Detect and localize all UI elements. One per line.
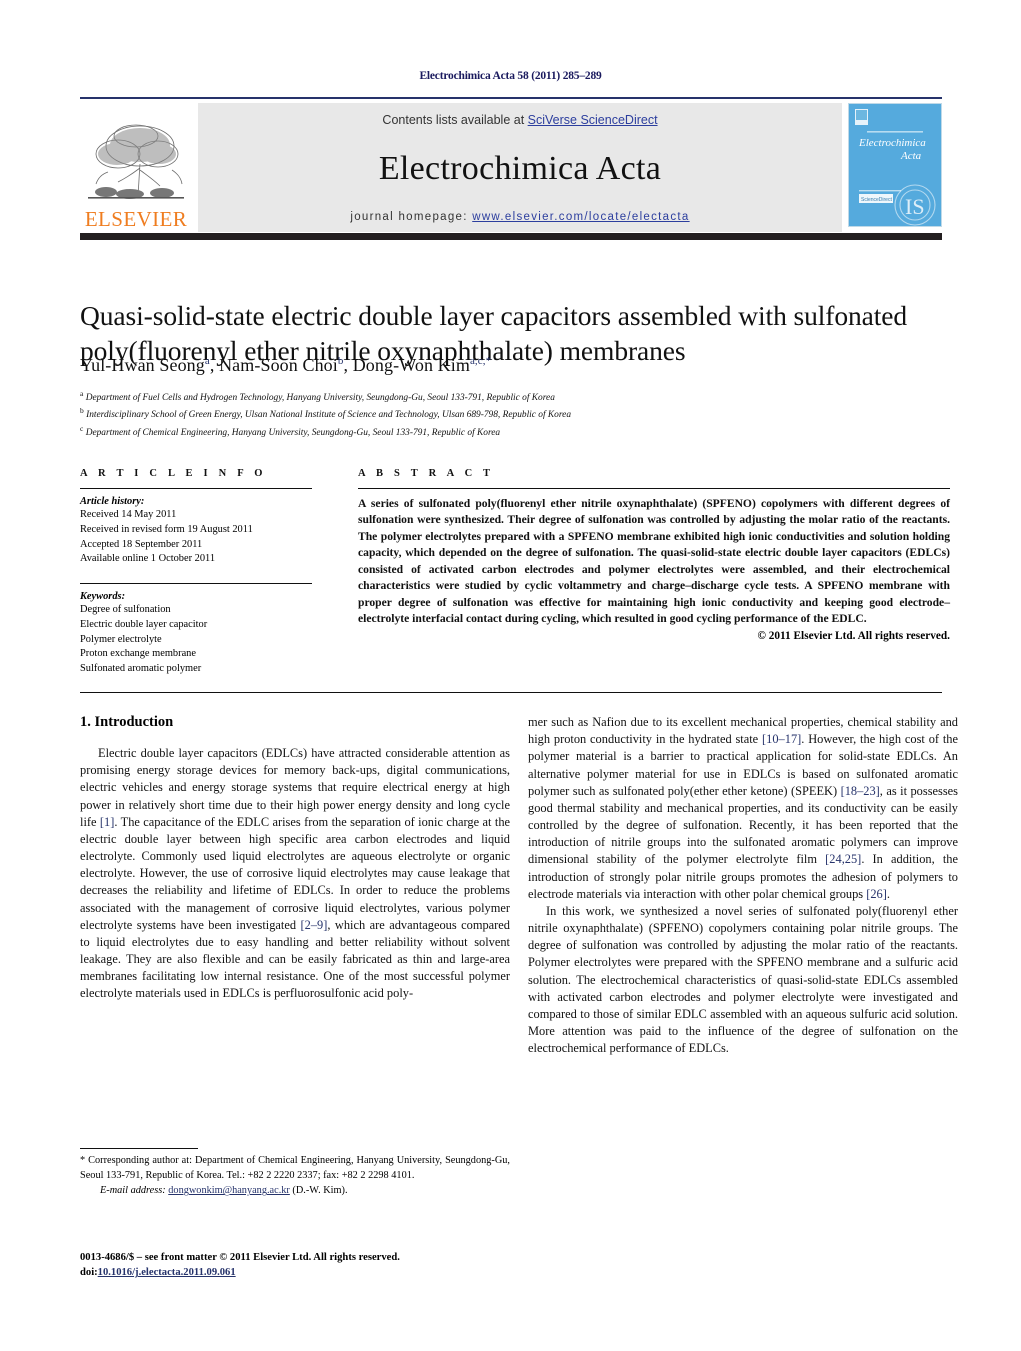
affiliation-text-c: Department of Chemical Engineering, Hany… — [85, 427, 501, 438]
doi-line: doi:10.1016/j.electacta.2011.09.061 — [80, 1265, 540, 1280]
email-label: E-mail address: — [100, 1185, 166, 1197]
article-info-heading: A R T I C L E I N F O — [80, 468, 267, 479]
journal-band: Contents lists available at SciVerse Sci… — [198, 103, 842, 232]
homepage-prefix: journal homepage: — [350, 210, 473, 223]
intro-paragraph-left: Electric double layer capacitors (EDLCs)… — [80, 746, 511, 1001]
email-link[interactable]: dongwonkim@hanyang.ac.kr — [168, 1185, 290, 1196]
email-suffix: (D.-W. Kim). — [292, 1185, 348, 1197]
affiliation-mark-b: b — [80, 406, 84, 416]
affiliation-text-b: Interdisciplinary School of Green Energy… — [86, 410, 572, 421]
abstract-block: A B S T R A C T A series of sulfonated p… — [358, 468, 950, 642]
keyword-0: Degree of sulfonation — [80, 604, 171, 616]
intro-paragraph-right-2: In this work, we synthesized a novel ser… — [528, 903, 958, 1056]
contents-lists-line: Contents lists available at SciVerse Sci… — [382, 113, 657, 127]
svg-text:Acta: Acta — [900, 150, 922, 162]
history-item-3: Available online 1 October 2011 — [80, 553, 216, 565]
footnote-block: * Corresponding author at: Department of… — [80, 1148, 510, 1199]
journal-homepage-line: journal homepage: www.elsevier.com/locat… — [350, 211, 689, 223]
keywords-label: Keywords: — [80, 591, 126, 603]
doi-link[interactable]: 10.1016/j.electacta.2011.09.061 — [98, 1267, 236, 1278]
elsevier-tree-icon — [84, 120, 188, 208]
imprint-block: 0013-4686/$ – see front matter © 2011 El… — [80, 1250, 540, 1281]
svg-text:ScienceDirect: ScienceDirect — [861, 197, 892, 203]
keyword-4: Sulfonated aromatic polymer — [80, 663, 202, 675]
svg-text:IS: IS — [905, 194, 925, 219]
abstract-copyright: © 2011 Elsevier Ltd. All rights reserved… — [757, 629, 950, 642]
email-note: E-mail address: dongwonkim@hanyang.ac.kr… — [80, 1184, 510, 1199]
body-column-left: 1. Introduction Electric double layer ca… — [80, 714, 510, 1003]
author-list: Yul-Hwan Seonga, Nam-Soon Choib, Dong-Wo… — [80, 355, 492, 375]
masthead-dark-rule — [80, 233, 942, 240]
keyword-2: Polymer electrolyte — [80, 633, 162, 645]
affiliation-mark-a: a — [80, 389, 84, 398]
abstract-text: A series of sulfonated poly(fluorenyl et… — [358, 497, 950, 626]
paper-page: Electrochimica Acta 58 (2011) 285–289 EL… — [0, 0, 1021, 1351]
keyword-3: Proton exchange membrane — [80, 648, 196, 660]
affiliation-text-a: Department of Fuel Cells and Hydrogen Te… — [85, 393, 555, 404]
article-info-block: A R T I C L E I N F O Article history: R… — [80, 468, 312, 677]
journal-cover-thumbnail: Electrochimica Acta ScienceDirect IS — [848, 103, 942, 227]
keyword-1: Electric double layer capacitor — [80, 618, 208, 630]
journal-title: Electrochimica Acta — [378, 150, 662, 188]
imprint-front-matter: 0013-4686/$ – see front matter © 2011 El… — [80, 1252, 400, 1263]
article-history-label: Article history: — [80, 496, 145, 507]
history-item-2: Accepted 18 September 2011 — [80, 538, 203, 550]
body-top-rule — [80, 692, 942, 693]
svg-text:Electrochimica: Electrochimica — [858, 137, 926, 149]
journal-masthead: ELSEVIER Contents lists available at Sci… — [80, 97, 942, 232]
affiliations: a Department of Fuel Cells and Hydrogen … — [80, 388, 950, 440]
footnote-rule — [80, 1148, 198, 1149]
elsevier-wordmark: ELSEVIER — [84, 207, 188, 231]
history-item-1: Received in revised form 19 August 2011 — [80, 523, 253, 535]
running-head: Electrochimica Acta 58 (2011) 285–289 — [419, 70, 602, 82]
affiliation-b: b Interdisciplinary School of Green Ener… — [80, 405, 950, 422]
elsevier-logo: ELSEVIER — [80, 103, 192, 232]
abstract-heading: A B S T R A C T — [358, 468, 495, 479]
keywords-divider — [80, 583, 312, 585]
intro-paragraph-right-1: mer such as Nafion due to its excellent … — [528, 715, 958, 901]
affiliation-a: a Department of Fuel Cells and Hydrogen … — [80, 388, 950, 405]
section-heading-introduction: 1. Introduction — [80, 714, 174, 730]
body-column-right: mer such as Nafion due to its excellent … — [528, 714, 958, 1057]
article-info-divider — [80, 488, 312, 489]
corresponding-author-note: * Corresponding author at: Department of… — [80, 1155, 510, 1181]
abstract-divider — [358, 488, 950, 489]
doi-label: doi: — [80, 1267, 98, 1279]
contents-prefix: Contents lists available at — [382, 113, 528, 127]
affiliation-c: c Department of Chemical Engineering, Ha… — [80, 423, 950, 440]
journal-homepage-link[interactable]: www.elsevier.com/locate/electacta — [472, 211, 689, 223]
affiliation-mark-c: c — [80, 423, 84, 433]
history-item-0: Received 14 May 2011 — [80, 509, 177, 520]
sciencedirect-link[interactable]: SciVerse ScienceDirect — [528, 113, 658, 127]
